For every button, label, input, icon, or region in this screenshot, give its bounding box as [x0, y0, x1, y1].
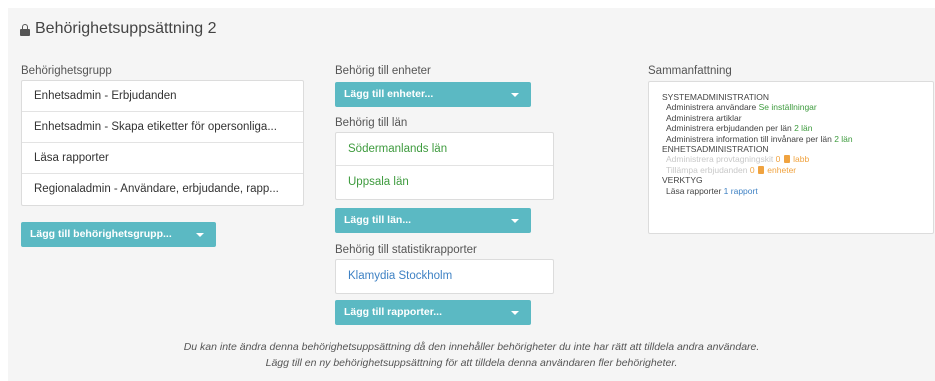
building-icon	[783, 155, 790, 164]
summary-section-title: VERKTYG	[662, 175, 703, 186]
regions-link[interactable]: 2 län	[834, 134, 852, 144]
report-item[interactable]: Klamydia Stockholm	[336, 260, 553, 293]
notice-line-2: Lägg till en ny behörighetsuppsättning f…	[265, 357, 678, 369]
summary-item: Administrera användare Se inställningar	[666, 102, 817, 113]
add-group-button-label: Lägg till behörighetsgrupp...	[30, 228, 172, 240]
reports-list: Klamydia Stockholm	[335, 259, 554, 294]
add-group-button[interactable]: Lägg till behörighetsgrupp...	[21, 222, 216, 247]
panel-title-text: Behörighetsuppsättning 2	[35, 20, 217, 37]
summary-item: Administrera information till invånare p…	[666, 133, 853, 144]
group-item[interactable]: Regionaladmin - Användare, erbjudande, r…	[22, 174, 303, 205]
add-reports-button[interactable]: Lägg till rapporter...	[335, 300, 531, 325]
add-units-button-label: Lägg till enheter...	[344, 88, 434, 100]
notice-line-1: Du kan inte ändra denna behörighetsuppsä…	[183, 341, 760, 353]
chevron-down-icon	[511, 93, 519, 97]
group-item[interactable]: Läsa rapporter	[22, 143, 303, 174]
add-units-button[interactable]: Lägg till enheter...	[335, 82, 531, 107]
chevron-down-icon	[511, 219, 519, 223]
add-reports-button-label: Lägg till rapporter...	[344, 306, 443, 318]
groups-list: Enhetsadmin - Erbjudanden Enhetsadmin - …	[21, 80, 304, 206]
building-icon	[757, 165, 764, 174]
summary-section-title: SYSTEMADMINISTRATION	[662, 92, 770, 102]
regions-label: Behörig till län	[335, 117, 408, 129]
region-item[interactable]: Södermanlands län	[336, 133, 553, 166]
add-regions-button[interactable]: Lägg till län...	[335, 208, 531, 233]
chevron-down-icon	[196, 233, 204, 237]
settings-link[interactable]: Se inställningar	[759, 102, 817, 112]
units-label: Behörig till enheter	[335, 65, 431, 77]
summary-item: Läsa rapporter 1 rapport	[666, 185, 758, 196]
regions-list: Södermanlands län Uppsala län	[335, 132, 554, 200]
group-item[interactable]: Enhetsadmin - Skapa etiketter för operso…	[22, 112, 303, 143]
groups-label: Behörighetsgrupp	[21, 65, 112, 77]
chevron-down-icon	[511, 311, 519, 315]
lock-icon	[20, 23, 30, 36]
reports-label: Behörig till statistikrapporter	[335, 244, 477, 256]
regions-link[interactable]: 2 län	[794, 123, 812, 133]
summary-section-title: ENHETSADMINISTRATION	[662, 144, 769, 155]
add-regions-button-label: Lägg till län...	[344, 214, 412, 226]
summary-box: SYSTEMADMINISTRATION Administrera använd…	[648, 81, 934, 234]
summary-item: Administrera provtagningskit 0 labb	[666, 154, 810, 165]
permission-set-panel: Behörighetsuppsättning 2 Behörighetsgrup…	[8, 8, 935, 381]
group-item[interactable]: Enhetsadmin - Erbjudanden	[22, 81, 303, 112]
region-item[interactable]: Uppsala län	[336, 166, 553, 199]
panel-title: Behörighetsuppsättning 2	[20, 20, 216, 38]
summary-item: Tillämpa erbjudanden 0 enheter	[666, 164, 797, 175]
summary-item: Administrera erbjudanden per län 2 län	[666, 123, 813, 134]
reports-link[interactable]: 1 rapport	[724, 186, 758, 196]
summary-label: Sammanfattning	[648, 65, 732, 77]
summary-item: Administrera artiklar	[666, 112, 742, 123]
